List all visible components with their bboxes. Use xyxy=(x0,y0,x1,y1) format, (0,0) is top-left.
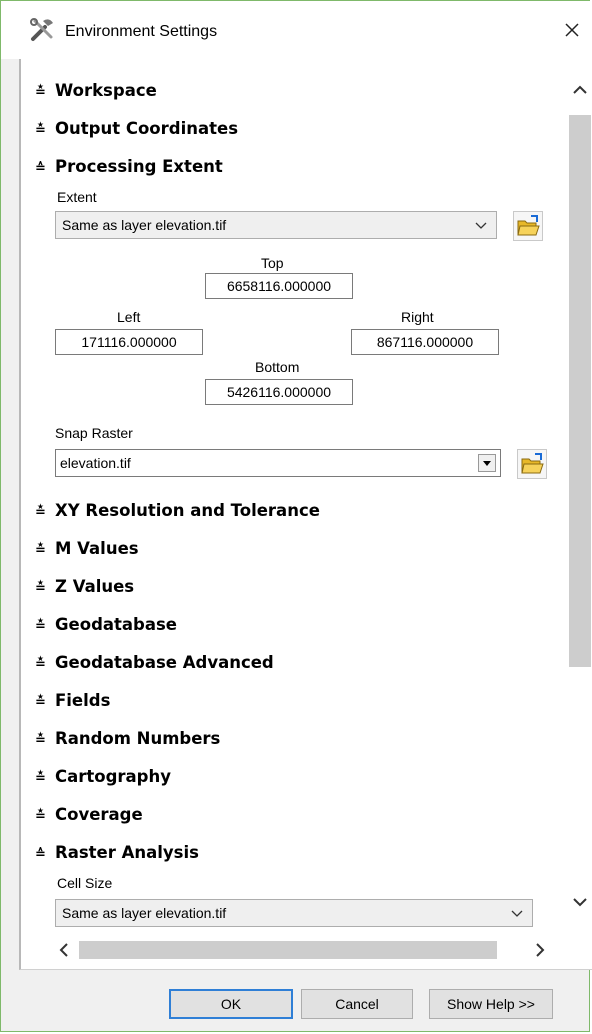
section-label: Fields xyxy=(55,691,111,710)
section-label: Output Coordinates xyxy=(55,119,239,138)
bottom-extent-input[interactable]: 5426116.000000 xyxy=(205,379,353,405)
section-raster-analysis[interactable]: ≙ Raster Analysis xyxy=(35,843,199,862)
section-z-values[interactable]: ≛ Z Values xyxy=(35,577,134,596)
section-coverage[interactable]: ≛ Coverage xyxy=(35,805,143,824)
section-fields[interactable]: ≛ Fields xyxy=(35,691,110,710)
section-label: Workspace xyxy=(55,81,157,100)
section-label: Random Numbers xyxy=(55,729,221,748)
section-label: Geodatabase Advanced xyxy=(55,653,274,672)
settings-panel: ≛ Workspace ≛ Output Coordinates ≙ Processi… xyxy=(19,59,592,970)
snap-raster-label: Snap Raster xyxy=(55,425,133,441)
section-xy-resolution[interactable]: ≛ XY Resolution and Tolerance xyxy=(35,501,320,520)
right-label: Right xyxy=(401,309,434,325)
section-label: Processing Extent xyxy=(55,157,223,176)
cell-size-value: Same as layer elevation.tif xyxy=(62,905,227,921)
dropdown-arrow-icon xyxy=(478,454,496,472)
bottom-label: Bottom xyxy=(255,359,300,375)
scroll-up-icon[interactable] xyxy=(571,81,589,99)
double-chevron-down-icon: ≛ xyxy=(35,771,46,786)
snap-raster-value: elevation.tif xyxy=(60,455,131,471)
double-chevron-down-icon: ≛ xyxy=(35,581,46,596)
chevron-down-icon xyxy=(475,222,487,229)
section-cartography[interactable]: ≛ Cartography xyxy=(35,767,171,786)
title-bar: Environment Settings xyxy=(1,1,591,59)
section-label: XY Resolution and Tolerance xyxy=(55,501,320,520)
section-random-numbers[interactable]: ≛ Random Numbers xyxy=(35,729,220,748)
ok-button[interactable]: OK xyxy=(169,989,293,1019)
double-chevron-down-icon: ≛ xyxy=(35,619,46,634)
scroll-down-icon[interactable] xyxy=(571,893,589,911)
double-chevron-down-icon: ≛ xyxy=(35,85,46,100)
section-processing-extent[interactable]: ≙ Processing Extent xyxy=(35,157,223,176)
section-label: Raster Analysis xyxy=(55,843,199,862)
top-extent-input[interactable]: 6658116.000000 xyxy=(205,273,353,299)
double-chevron-down-icon: ≛ xyxy=(35,543,46,558)
window-title: Environment Settings xyxy=(65,23,218,40)
section-label: M Values xyxy=(55,539,139,558)
double-chevron-down-icon: ≛ xyxy=(35,505,46,520)
section-output-coordinates[interactable]: ≛ Output Coordinates xyxy=(35,119,238,138)
section-label: Z Values xyxy=(55,577,135,596)
show-help-button[interactable]: Show Help >> xyxy=(429,989,553,1019)
horizontal-scroll-thumb[interactable] xyxy=(79,941,497,959)
section-m-values[interactable]: ≛ M Values xyxy=(35,539,139,558)
vertical-scroll-thumb[interactable] xyxy=(569,115,591,667)
open-folder-icon xyxy=(521,453,544,474)
scroll-left-icon[interactable] xyxy=(55,941,73,959)
section-workspace[interactable]: ≛ Workspace xyxy=(35,81,157,100)
extent-value: Same as layer elevation.tif xyxy=(62,217,227,233)
extent-label: Extent xyxy=(57,189,97,205)
tools-icon xyxy=(30,18,53,41)
double-chevron-up-icon: ≙ xyxy=(35,847,46,862)
scroll-right-icon[interactable] xyxy=(531,941,549,959)
section-label: Cartography xyxy=(55,767,171,786)
section-label: Coverage xyxy=(55,805,143,824)
cell-size-label: Cell Size xyxy=(57,875,113,891)
double-chevron-down-icon: ≛ xyxy=(35,695,46,710)
environment-settings-dialog: Environment Settings ≛ Workspace ≛ Output … xyxy=(0,0,592,1032)
top-label: Top xyxy=(261,255,284,271)
left-label: Left xyxy=(117,309,141,325)
cancel-button[interactable]: Cancel xyxy=(301,989,413,1019)
extent-browse-button[interactable] xyxy=(513,211,543,241)
double-chevron-down-icon: ≛ xyxy=(35,733,46,748)
double-chevron-down-icon: ≛ xyxy=(35,123,46,138)
section-geodatabase-advanced[interactable]: ≛ Geodatabase Advanced xyxy=(35,653,274,672)
snap-raster-browse-button[interactable] xyxy=(517,449,547,479)
open-folder-icon xyxy=(517,215,540,236)
double-chevron-down-icon: ≛ xyxy=(35,809,46,824)
double-chevron-down-icon: ≛ xyxy=(35,657,46,672)
chevron-down-icon xyxy=(511,910,523,917)
left-extent-input[interactable]: 171116.000000 xyxy=(55,329,203,355)
right-extent-input[interactable]: 867116.000000 xyxy=(351,329,499,355)
section-geodatabase[interactable]: ≛ Geodatabase xyxy=(35,615,177,634)
double-chevron-up-icon: ≙ xyxy=(35,161,46,176)
close-icon[interactable] xyxy=(557,15,587,45)
extent-dropdown[interactable]: Same as layer elevation.tif xyxy=(55,211,497,239)
cell-size-dropdown[interactable]: Same as layer elevation.tif xyxy=(55,899,533,927)
section-label: Geodatabase xyxy=(55,615,177,634)
snap-raster-dropdown[interactable]: elevation.tif xyxy=(55,449,501,477)
